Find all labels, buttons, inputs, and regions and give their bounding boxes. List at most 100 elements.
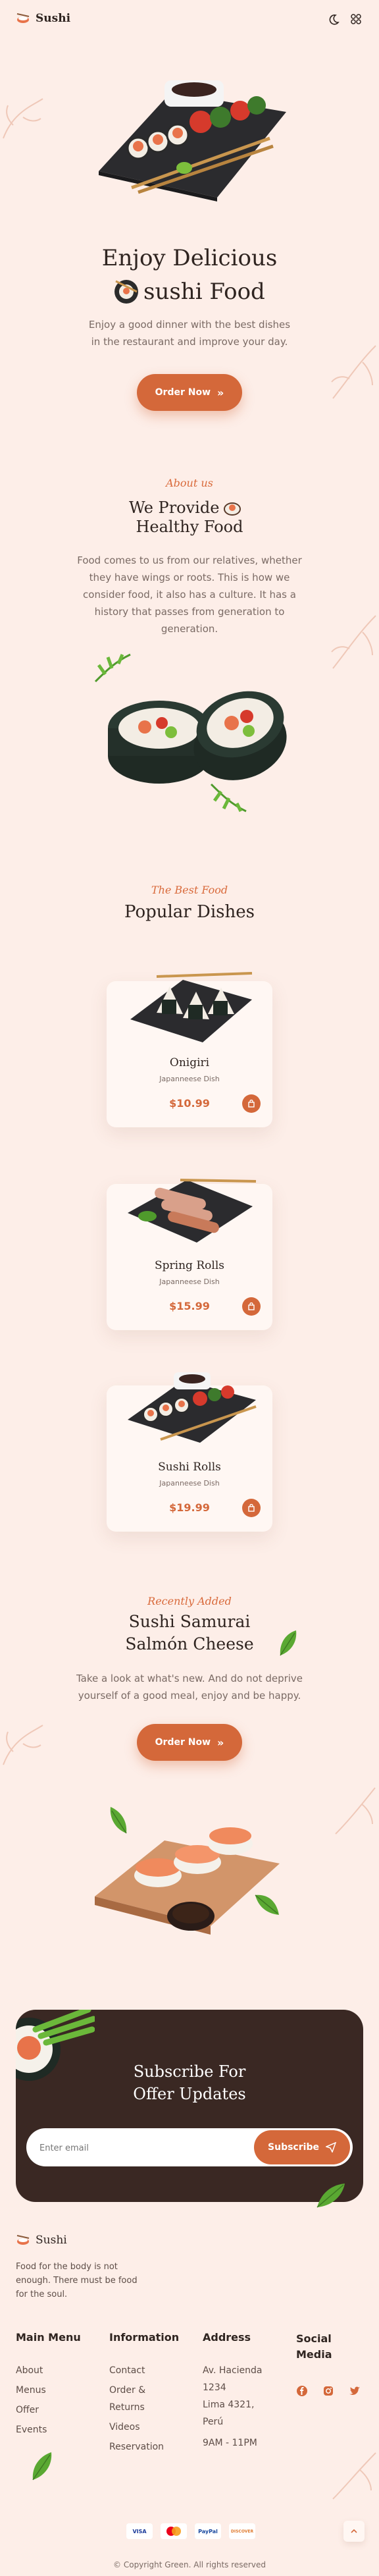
double-chevron-right-icon: » <box>217 1736 224 1749</box>
mastercard-icon <box>161 2523 187 2539</box>
shopping-bag-icon <box>248 1504 255 1512</box>
social-heading-line1: Social <box>296 2332 332 2345</box>
hero-description: Enjoy a good dinner with the best dishes… <box>88 319 291 348</box>
salmon-sushi-image <box>95 1827 280 1935</box>
leaf-outline-decoration <box>3 1725 43 1765</box>
main-menu-heading: Main Menu <box>16 2331 81 2344</box>
grid-menu-icon <box>351 14 361 24</box>
chevron-up-icon <box>351 2529 357 2533</box>
leaf-green-decoration <box>210 783 247 813</box>
leaf-outline-decoration <box>331 345 376 399</box>
add-to-cart-button[interactable] <box>242 1094 261 1113</box>
brand-name: Sushi <box>36 12 71 25</box>
footer-link-order-returns-line2[interactable]: Returns <box>109 2398 145 2417</box>
address-line: 1234 <box>203 2382 226 2393</box>
sushi-rolls-platter-image <box>128 1372 257 1443</box>
sushi-rolls-image <box>108 691 287 784</box>
social-media-heading: Social Media <box>296 2331 332 2363</box>
dish-name: Onigiri <box>169 1056 210 1069</box>
theme-toggle-button[interactable] <box>328 13 341 26</box>
about-title-line2: Healthy Food <box>136 518 243 536</box>
mastercard-logo <box>166 2527 181 2536</box>
about-eyebrow: About us <box>166 477 213 489</box>
dish-type: Japanneese Dish <box>159 1075 220 1083</box>
subscribe-label: Subscribe <box>268 2142 319 2153</box>
spring-rolls-image <box>128 1179 257 1243</box>
footer-brand-name: Sushi <box>36 2234 67 2247</box>
discover-label: DISCOVER <box>230 2529 254 2534</box>
footer-brand[interactable]: Sushi <box>16 2234 67 2247</box>
address-line: Lima 4321, <box>203 2400 255 2410</box>
order-now-label: Order Now <box>155 1737 211 1748</box>
subscribe-button[interactable]: Subscribe <box>254 2130 350 2164</box>
footer-link-reservation[interactable]: Reservation <box>109 2438 164 2456</box>
order-now-label: Order Now <box>155 387 211 398</box>
footer-link-contact[interactable]: Contact <box>109 2361 145 2380</box>
recent-title-line1: Sushi Samurai <box>128 1612 251 1631</box>
sushi-logo-icon <box>16 13 30 23</box>
add-to-cart-button[interactable] <box>242 1297 261 1316</box>
leaf-outline-decoration <box>332 2452 376 2500</box>
site-header: Sushi <box>0 0 379 40</box>
copyright: © Copyright Green. All rights reserved <box>113 2560 266 2569</box>
send-icon <box>325 2142 336 2153</box>
email-input[interactable] <box>38 2140 225 2156</box>
hero-title-line1: Enjoy Delicious <box>101 245 278 271</box>
popular-eyebrow: The Best Food <box>151 884 228 896</box>
opening-hours: 9AM - 11PM <box>203 2438 257 2448</box>
leaf-green-decoration <box>280 1630 297 1656</box>
footer-link-videos[interactable]: Videos <box>109 2418 140 2436</box>
footer-link-menus[interactable]: Menus <box>16 2381 46 2400</box>
facebook-icon[interactable] <box>296 2385 308 2397</box>
subscribe-form: Subscribe <box>26 2128 353 2166</box>
leaf-outline-decoration <box>331 615 376 669</box>
sushi-bowl-icon <box>224 502 241 516</box>
subscribe-title-line1: Subscribe For <box>133 2062 246 2081</box>
leaf-green-decoration <box>255 1894 279 1915</box>
leaf-green-decoration <box>316 2184 345 2208</box>
address-heading: Address <box>203 2331 251 2344</box>
dish-card[interactable]: Sushi Rolls Japanneese Dish $19.99 <box>107 1372 272 1532</box>
about-title-line1: We Provide <box>129 498 220 517</box>
dish-card[interactable]: Onigiri Japanneese Dish $10.99 <box>107 972 272 1127</box>
address-line: Perú <box>203 2417 224 2427</box>
footer-link-offer[interactable]: Offer <box>16 2401 39 2419</box>
address-line: Av. Hacienda <box>203 2365 263 2376</box>
footer-link-events[interactable]: Events <box>16 2421 47 2439</box>
footer-link-order-returns[interactable]: Order & <box>109 2381 145 2400</box>
sushi-roll-icon <box>114 280 138 304</box>
onigiri-image <box>130 972 253 1042</box>
shopping-bag-icon <box>248 1100 255 1108</box>
add-to-cart-button[interactable] <box>242 1499 261 1517</box>
recent-order-now-button[interactable]: Order Now » <box>137 1724 242 1761</box>
moon-icon <box>329 14 340 25</box>
double-chevron-right-icon: » <box>217 386 224 399</box>
leaf-outline-decoration <box>335 1787 376 1835</box>
recent-eyebrow: Recently Added <box>147 1595 232 1607</box>
subscribe-panel: Subscribe For Offer Updates Subscribe <box>16 2010 363 2202</box>
leaf-outline-decoration <box>3 98 43 139</box>
subscribe-title-line2: Offer Updates <box>133 2085 246 2103</box>
social-heading-line2: Media <box>296 2348 332 2361</box>
dish-name: Sushi Rolls <box>158 1461 221 1474</box>
hero-order-now-button[interactable]: Order Now » <box>137 374 242 411</box>
footer-tagline: Food for the body is not enough. There m… <box>16 2262 138 2299</box>
recent-description: Take a look at what's new. And do not de… <box>76 1673 303 1702</box>
brand-logo[interactable]: Sushi <box>16 12 70 25</box>
sushi-logo-icon <box>16 2235 30 2245</box>
social-icons <box>296 2385 361 2397</box>
dish-card[interactable]: Spring Rolls Japanneese Dish $15.99 <box>107 1179 272 1330</box>
paypal-icon: PayPal <box>195 2523 221 2539</box>
instagram-icon[interactable] <box>322 2385 334 2397</box>
menu-grid-button[interactable] <box>350 13 363 26</box>
twitter-icon[interactable] <box>349 2385 361 2397</box>
paypal-label: PayPal <box>198 2528 218 2535</box>
footer-link-about[interactable]: About <box>16 2361 43 2380</box>
visa-icon: VISA <box>126 2523 153 2539</box>
hero-title-line2-row: sushi Food <box>113 275 271 308</box>
about-description: Food comes to us from our relatives, whe… <box>77 554 302 635</box>
scroll-to-top-button[interactable] <box>343 2521 365 2542</box>
shopping-bag-icon <box>248 1302 255 1310</box>
discover-icon: DISCOVER <box>229 2523 255 2539</box>
hero-sushi-platter-image <box>99 80 286 201</box>
